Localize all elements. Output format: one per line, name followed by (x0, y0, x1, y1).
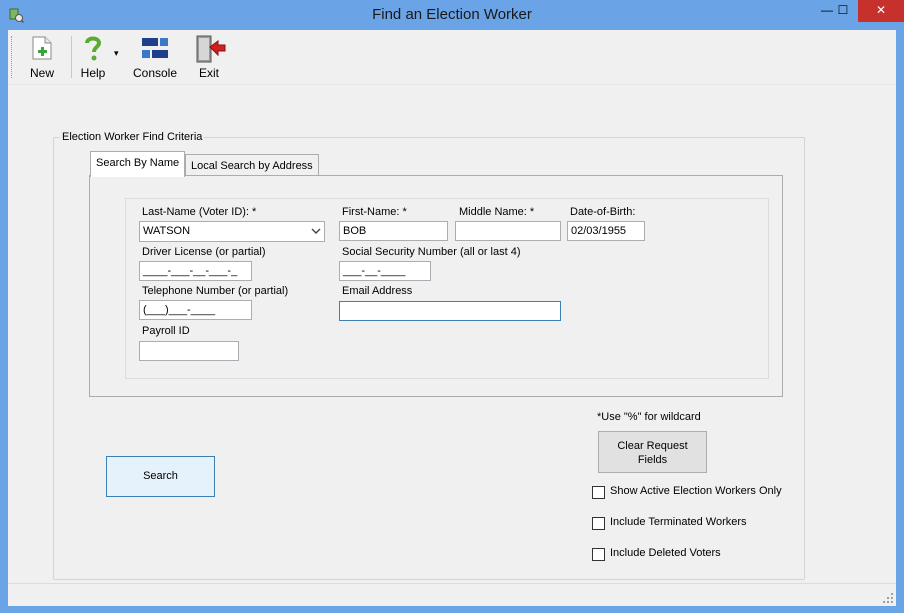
resize-grip-icon[interactable] (882, 592, 894, 604)
include-terminated-checkbox[interactable] (592, 517, 605, 530)
help-question-icon (85, 36, 102, 65)
telephone-input[interactable]: (___)___-____ (139, 300, 252, 320)
last-name-combobox[interactable]: WATSON (139, 221, 325, 242)
console-icon (141, 37, 169, 64)
ssn-input[interactable]: ___-__-____ (339, 261, 431, 281)
exit-label: Exit (198, 66, 219, 80)
new-button[interactable]: New (26, 34, 58, 80)
maximize-button[interactable]: ☐ (829, 0, 857, 22)
driver-license-label: Driver License (or partial) (142, 246, 266, 258)
show-active-only-checkbox[interactable] (592, 486, 605, 499)
toolbar-separator (71, 36, 72, 78)
include-terminated-label: Include Terminated Workers (610, 516, 747, 528)
include-deleted-label: Include Deleted Voters (610, 547, 721, 559)
new-label: New (29, 66, 54, 80)
payroll-id-label: Payroll ID (142, 325, 190, 337)
clear-button-label-line1: Clear Request (617, 440, 688, 452)
application-window: Find an Election Worker — ☐ ✕ New Help ▾… (0, 0, 904, 613)
first-name-input[interactable]: BOB (339, 221, 448, 241)
chevron-down-icon[interactable] (311, 222, 321, 241)
tab-search-by-name[interactable]: Search By Name (90, 151, 186, 177)
middle-name-label: Middle Name: * (459, 206, 535, 218)
show-active-only-label: Show Active Election Workers Only (610, 485, 782, 497)
new-document-icon (32, 36, 52, 63)
middle-name-input[interactable] (455, 221, 561, 241)
window-title: Find an Election Worker (372, 6, 532, 23)
dob-input[interactable]: 02/03/1955 (567, 221, 645, 241)
status-bar (8, 583, 896, 606)
title-bar[interactable]: Find an Election Worker — ☐ ✕ (0, 0, 904, 30)
wildcard-hint: *Use "%" for wildcard (597, 411, 701, 423)
last-name-value: WATSON (143, 225, 191, 237)
console-button[interactable]: Console (132, 34, 178, 80)
dob-label: Date-of-Birth: (570, 206, 636, 218)
clear-request-fields-button[interactable]: Clear Request Fields (598, 431, 707, 473)
search-button[interactable]: Search (106, 456, 215, 497)
find-criteria-title: Election Worker Find Criteria (60, 131, 205, 143)
email-label: Email Address (342, 285, 413, 297)
ssn-label: Social Security Number (all or last 4) (342, 246, 521, 258)
toolbar: New Help ▾ Console Exit (8, 30, 896, 85)
exit-button[interactable]: Exit (194, 34, 226, 80)
first-name-label: First-Name: * (342, 206, 407, 218)
telephone-label: Telephone Number (or partial) (142, 285, 289, 297)
driver-license-input[interactable]: ____-___-__-___-_ (139, 261, 252, 281)
console-label: Console (132, 66, 178, 80)
toolbar-grip[interactable] (11, 36, 15, 78)
exit-door-icon (196, 35, 226, 66)
include-deleted-checkbox[interactable] (592, 548, 605, 561)
help-label: Help (80, 66, 106, 80)
help-dropdown-arrow-icon[interactable]: ▾ (114, 48, 119, 59)
client-area: New Help ▾ Console Exit Election Worker … (8, 30, 896, 606)
clear-button-label-line2: Fields (637, 454, 668, 466)
last-name-label: Last-Name (Voter ID): * (142, 206, 257, 218)
email-input[interactable] (339, 301, 561, 321)
close-button[interactable]: ✕ (858, 0, 904, 22)
help-button[interactable]: Help (78, 34, 108, 80)
payroll-id-input[interactable] (139, 341, 239, 361)
